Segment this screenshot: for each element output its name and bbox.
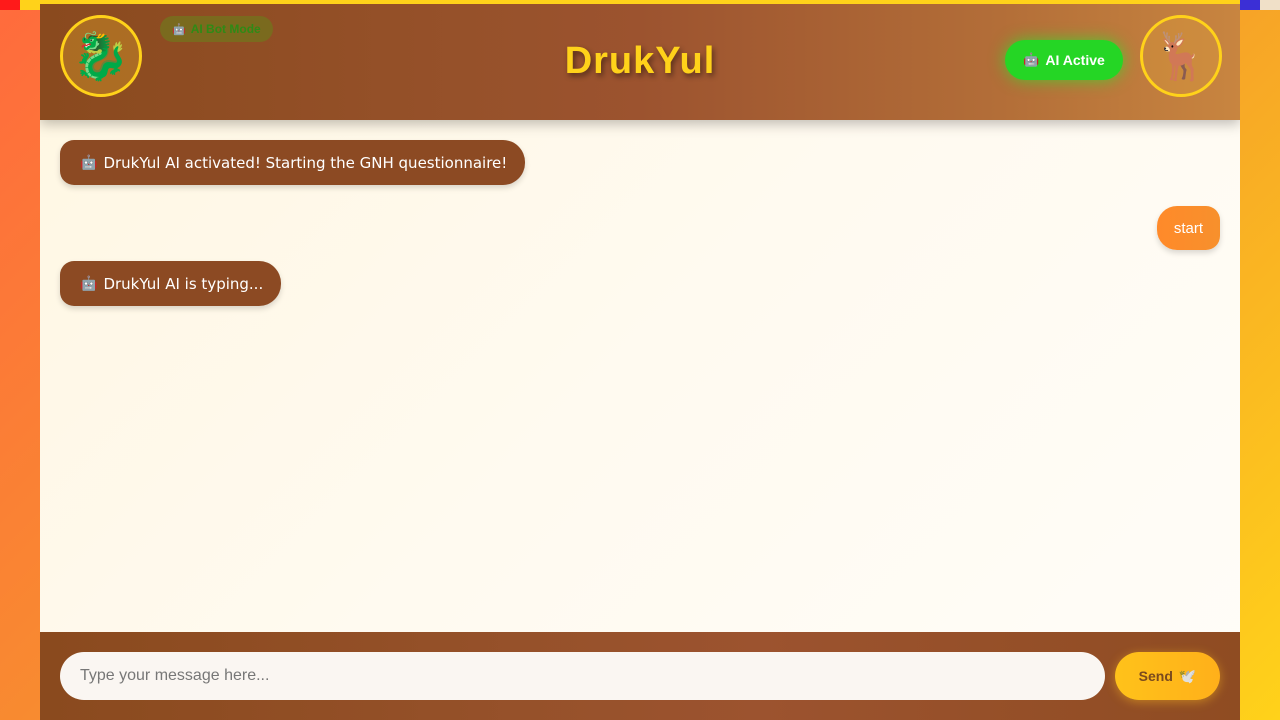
composer-bar: Send 🕊️ xyxy=(40,632,1240,720)
bot-message: 🤖 DrukYul AI activated! Starting the GNH… xyxy=(60,140,526,185)
ai-status-label: AI Active xyxy=(1045,52,1105,68)
chat-app: 🐉 🤖 AI Bot Mode DrukYul 🤖 AI Active 🦌 🤖 … xyxy=(40,4,1240,720)
user-message: start xyxy=(1156,206,1220,250)
robot-icon: 🤖 xyxy=(1023,52,1040,67)
mode-badge: 🤖 AI Bot Mode xyxy=(160,16,273,42)
mode-badge-label: AI Bot Mode xyxy=(190,22,261,36)
takin-icon: 🦌 xyxy=(1152,30,1210,82)
chat-messages[interactable]: 🤖 DrukYul AI activated! Starting the GNH… xyxy=(40,120,1240,632)
robot-icon: 🤖 xyxy=(80,275,98,292)
robot-icon: 🤖 xyxy=(172,23,186,36)
send-icon: 🕊️ xyxy=(1178,667,1197,684)
ai-status-badge[interactable]: 🤖 AI Active xyxy=(1005,40,1123,80)
app-header: 🐉 🤖 AI Bot Mode DrukYul 🤖 AI Active 🦌 xyxy=(40,4,1240,120)
message-text: DrukYul AI activated! Starting the GNH q… xyxy=(103,153,508,172)
send-button-label: Send xyxy=(1138,668,1173,684)
send-button[interactable]: Send 🕊️ xyxy=(1115,652,1220,700)
message-text: DrukYul AI is typing... xyxy=(103,274,264,293)
takin-avatar: 🦌 xyxy=(1140,15,1222,97)
message-input[interactable] xyxy=(60,652,1105,700)
bot-typing-message: 🤖 DrukYul AI is typing... xyxy=(60,261,282,306)
robot-icon: 🤖 xyxy=(80,154,98,171)
message-text: start xyxy=(1173,219,1203,237)
